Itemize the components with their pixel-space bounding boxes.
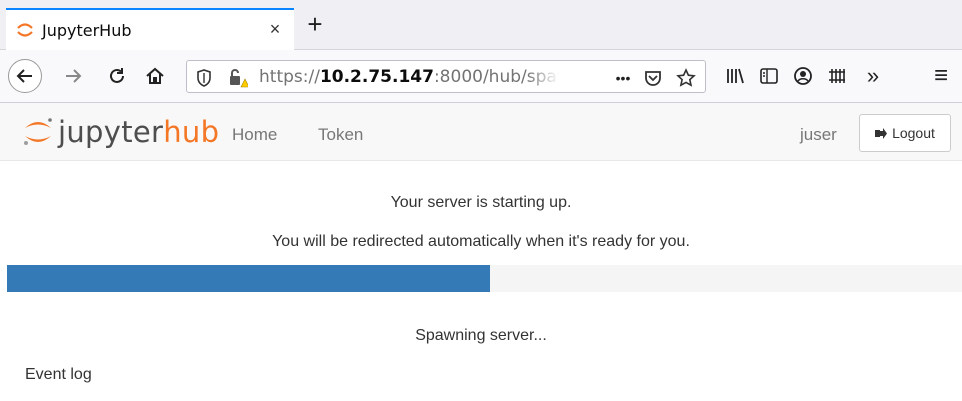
bookmark-star-icon[interactable] [675, 67, 697, 89]
forward-button[interactable] [56, 59, 90, 93]
extension-icon[interactable] [820, 59, 854, 93]
jupyterhub-logo[interactable]: jupyter hub [22, 115, 219, 149]
logo-text-jupyter: jupyter [58, 115, 164, 149]
insecure-lock-warning-icon[interactable] [227, 67, 249, 89]
new-tab-button[interactable]: + [300, 10, 330, 40]
reload-icon [110, 68, 124, 83]
jupyter-favicon-icon [16, 21, 34, 39]
page-actions-icon[interactable]: ••• [609, 67, 637, 89]
redirect-message: You will be redirected automatically whe… [272, 233, 690, 250]
nav-token-link[interactable]: Token [318, 125, 363, 145]
jupyterhub-navbar: jupyter hub Home Token juser [0, 103, 962, 161]
spawn-progress-fill [7, 265, 491, 292]
tab-title: JupyterHub [42, 21, 132, 40]
url-scheme: https:// [259, 67, 320, 87]
arrow-right-icon [66, 69, 82, 83]
nav-home-link[interactable]: Home [232, 125, 277, 145]
spawn-progress-bar [7, 265, 962, 292]
url-host: 10.2.75.147 [319, 67, 434, 87]
browser-tab-active[interactable]: JupyterHub × [6, 8, 294, 50]
logout-icon [875, 127, 888, 139]
back-button[interactable] [8, 59, 42, 93]
server-starting-message: Your server is starting up. [390, 194, 572, 211]
progress-status-message: Spawning server... [415, 327, 547, 344]
logo-text-hub: hub [163, 115, 220, 149]
browser-tabstrip: JupyterHub × + [0, 0, 962, 50]
library-icon[interactable] [718, 59, 752, 93]
account-icon[interactable] [786, 59, 820, 93]
event-log-toggle[interactable]: Event log [25, 366, 92, 384]
sidebar-icon[interactable] [752, 59, 786, 93]
home-icon [146, 67, 164, 84]
url-fade [527, 63, 559, 91]
url-text: https://10.2.75.147:8000/hub/spawn-pendi… [259, 67, 559, 87]
tab-close-icon[interactable]: × [264, 18, 286, 40]
menu-hamburger-icon[interactable]: ≡ [924, 59, 958, 93]
tracking-shield-icon[interactable] [193, 67, 215, 89]
browser-toolbar: https://10.2.75.147:8000/hub/spawn-pendi… [0, 50, 962, 103]
reload-button[interactable] [100, 59, 134, 93]
logout-button[interactable]: Logout [859, 114, 951, 152]
url-bar[interactable]: https://10.2.75.147:8000/hub/spawn-pendi… [186, 60, 706, 93]
user-name: juser [800, 125, 837, 144]
pocket-icon[interactable] [642, 67, 664, 89]
jupyter-logo-icon [24, 118, 52, 145]
home-button[interactable] [138, 59, 172, 93]
toolbar-overflow-icon[interactable]: » [856, 59, 890, 93]
arrow-left-icon [16, 69, 32, 83]
logout-label: Logout [892, 125, 935, 141]
